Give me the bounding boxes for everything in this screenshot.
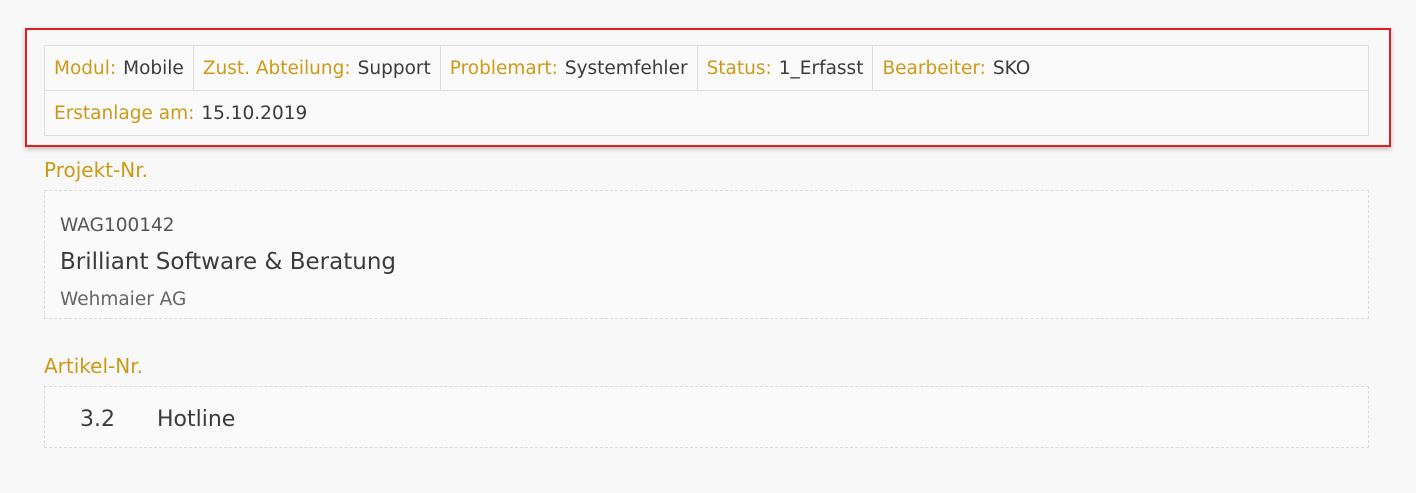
info-label: Zust. Abteilung:	[202, 57, 351, 79]
info-label: Status:	[706, 57, 772, 79]
info-label: Erstanlage am:	[54, 102, 195, 124]
info-row-1: Modul: Mobile Zust. Abteilung: Support P…	[45, 46, 1368, 91]
info-value: 15.10.2019	[201, 102, 308, 124]
info-value: Support	[357, 57, 431, 79]
info-cell-bearbeiter: Bearbeiter: SKO	[873, 46, 1039, 90]
info-value: Mobile	[123, 57, 184, 79]
info-value: SKO	[992, 57, 1031, 79]
info-label: Bearbeiter:	[882, 57, 986, 79]
article-number: 3.2	[80, 407, 115, 432]
ticket-info-table: Modul: Mobile Zust. Abteilung: Support P…	[44, 45, 1369, 136]
article-name: Hotline	[157, 407, 236, 432]
article-card[interactable]: 3.2 Hotline	[44, 386, 1369, 448]
info-cell-abteilung: Zust. Abteilung: Support	[194, 46, 441, 90]
article-section-title: Artikel-Nr.	[44, 354, 143, 378]
project-card[interactable]: WAG100142 Brilliant Software & Beratung …	[44, 190, 1369, 319]
project-name: Brilliant Software & Beratung	[60, 249, 396, 275]
info-cell-problemart: Problemart: Systemfehler	[441, 46, 698, 90]
info-cell-modul: Modul: Mobile	[45, 46, 194, 90]
info-cell-status: Status: 1_Erfasst	[698, 46, 874, 90]
project-company: Wehmaier AG	[60, 289, 187, 310]
project-section-title: Projekt-Nr.	[44, 158, 148, 182]
info-row-2: Erstanlage am: 15.10.2019	[45, 91, 1368, 135]
info-label: Modul:	[54, 57, 117, 79]
info-label: Problemart:	[449, 57, 558, 79]
project-number: WAG100142	[60, 215, 175, 236]
info-cell-erstanlage: Erstanlage am: 15.10.2019	[45, 91, 316, 135]
info-value: 1_Erfasst	[778, 57, 864, 79]
info-value: Systemfehler	[564, 57, 688, 79]
